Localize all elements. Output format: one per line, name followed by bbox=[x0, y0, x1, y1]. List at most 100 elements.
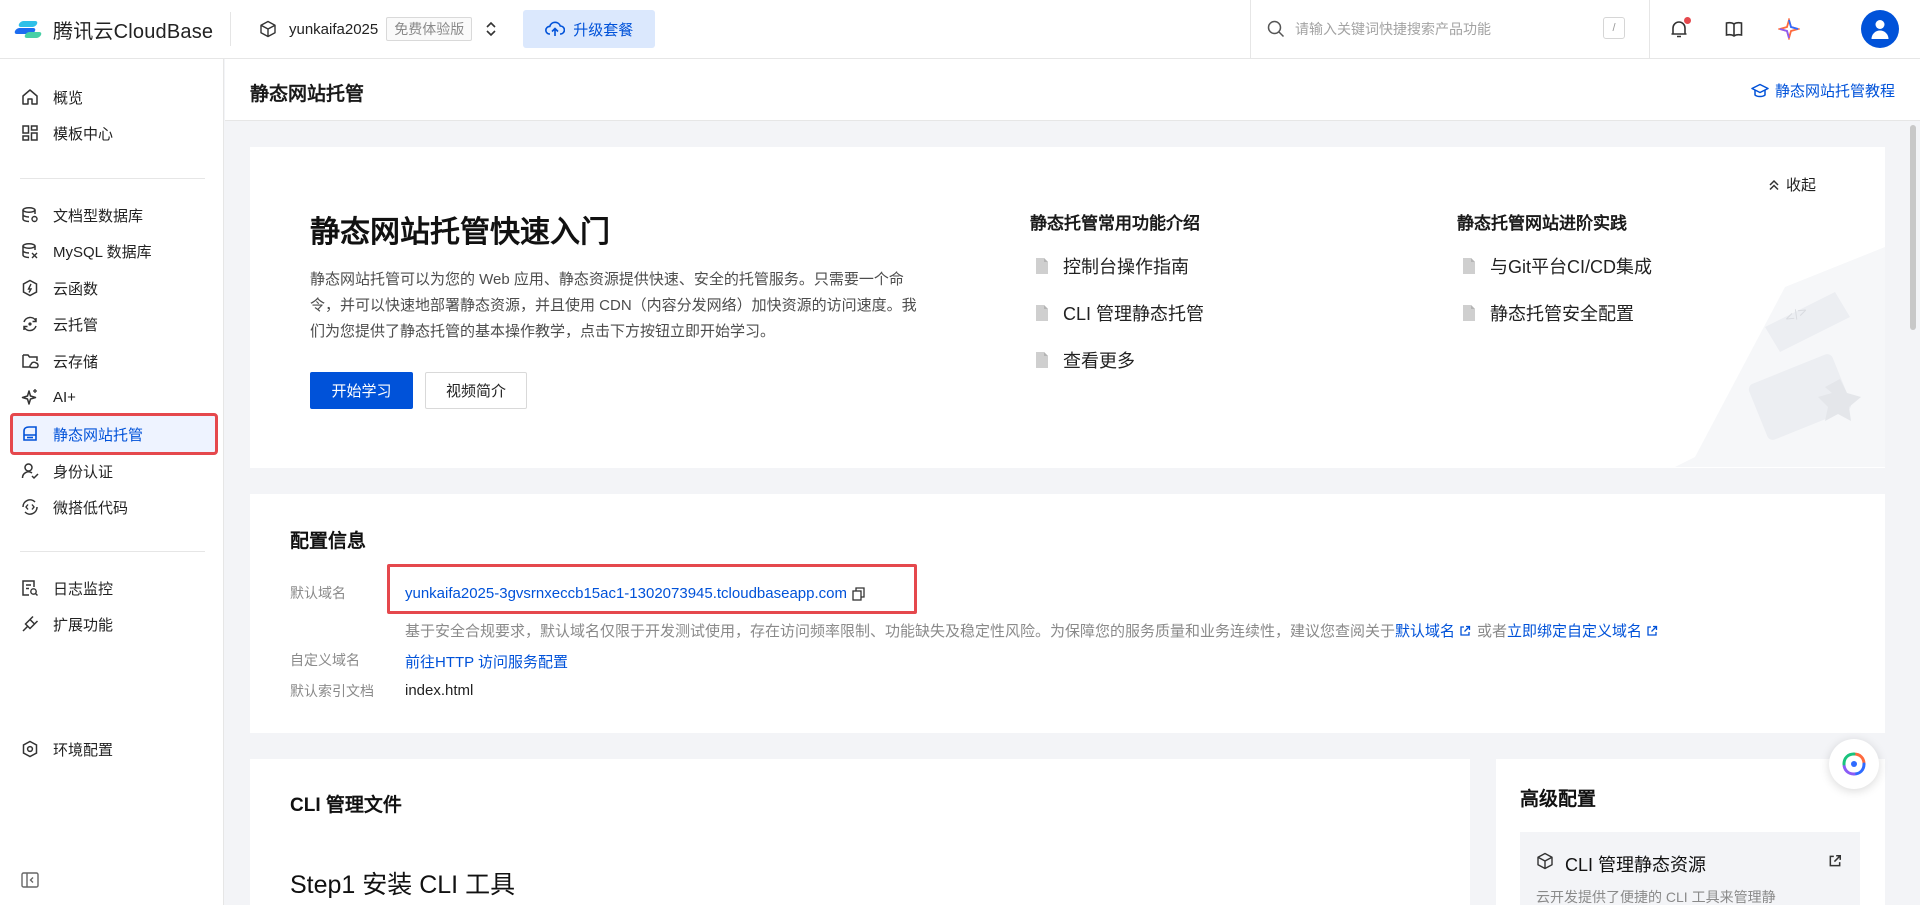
sidebar-item-ai[interactable]: AI+ bbox=[12, 378, 216, 416]
cube-icon bbox=[1537, 852, 1553, 870]
docs-button[interactable] bbox=[1723, 18, 1745, 40]
tutorial-link[interactable]: 静态网站托管教程 bbox=[1751, 80, 1895, 101]
document-icon bbox=[1036, 305, 1048, 321]
advanced-practice-title: 静态托管网站进阶实践 bbox=[1457, 214, 1627, 233]
custom-domain-label: 自定义域名 bbox=[290, 652, 360, 668]
sidebar-item-label: 模板中心 bbox=[53, 125, 114, 143]
quickstart-title: 静态网站托管快速入门 bbox=[310, 216, 610, 249]
doc-link-git-cicd[interactable]: 与Git平台CI/CD集成 bbox=[1462, 253, 1652, 279]
sidebar-item-static-hosting[interactable]: 静态网站托管 bbox=[10, 413, 218, 455]
upgrade-label: 升级套餐 bbox=[573, 21, 634, 39]
quickstart-card: 静态网站托管快速入门 静态网站托管可以为您的 Web 应用、静态资源提供快速、安… bbox=[250, 147, 1885, 468]
step1-title: Step1 安装 CLI 工具 bbox=[290, 871, 516, 899]
adv-item-description: 云开发提供了便捷的 CLI 工具来管理静 bbox=[1536, 889, 1776, 905]
doc-link-console-guide[interactable]: 控制台操作指南 bbox=[1035, 253, 1189, 279]
env-name: yunkaifa2025 bbox=[289, 20, 379, 38]
grid-icon bbox=[22, 125, 38, 141]
sidebar-item-cloud-run[interactable]: 云托管 bbox=[12, 305, 216, 343]
default-domain-doc-link[interactable]: 默认域名 bbox=[1395, 620, 1455, 641]
cloud-upload-icon bbox=[545, 21, 566, 36]
bind-custom-domain-link[interactable]: 立即绑定自定义域名 bbox=[1507, 620, 1642, 641]
search-input[interactable] bbox=[1295, 21, 1605, 37]
database-icon bbox=[22, 207, 38, 223]
sidebar-item-extensions[interactable]: 扩展功能 bbox=[12, 605, 216, 643]
document-icon bbox=[1036, 258, 1048, 274]
sidebar-item-lowcode[interactable]: 微搭低代码 bbox=[12, 488, 216, 526]
sidebar-collapse-icon[interactable] bbox=[21, 872, 39, 888]
top-icon-group bbox=[1668, 0, 1833, 58]
hosting-icon bbox=[23, 426, 37, 441]
sidebar-item-env-settings[interactable]: 环境配置 bbox=[12, 730, 216, 768]
sidebar-item-doc-database[interactable]: 文档型数据库 bbox=[12, 196, 216, 234]
config-title: 配置信息 bbox=[290, 531, 367, 552]
sidebar-item-auth[interactable]: 身份认证 bbox=[12, 452, 216, 490]
doc-link-label: 与Git平台CI/CD集成 bbox=[1490, 257, 1652, 277]
env-selector[interactable]: yunkaifa2025 免费体验版 bbox=[259, 17, 498, 41]
sidebar-item-mysql[interactable]: MySQL 数据库 bbox=[12, 232, 216, 270]
doc-link-label: 静态托管安全配置 bbox=[1490, 304, 1634, 324]
doc-link-label: 查看更多 bbox=[1063, 351, 1135, 371]
sidebar-item-label: 概览 bbox=[53, 89, 84, 107]
external-link-icon[interactable] bbox=[1828, 854, 1842, 868]
env-plan-badge: 免费体验版 bbox=[386, 17, 473, 41]
advanced-config-title: 高级配置 bbox=[1520, 789, 1597, 810]
page-scrollbar[interactable] bbox=[1910, 125, 1916, 330]
sidebar-item-storage[interactable]: 云存储 bbox=[12, 342, 216, 380]
nav-divider bbox=[20, 178, 205, 179]
sidebar-item-label: 静态网站托管 bbox=[53, 426, 144, 444]
lowcode-icon bbox=[22, 499, 38, 515]
page-title: 静态网站托管 bbox=[250, 84, 365, 105]
video-intro-button[interactable]: 视频简介 bbox=[425, 372, 527, 409]
ai-star-icon bbox=[1778, 18, 1800, 40]
default-domain-value: yunkaifa2025-3gvsrnxeccb15ac1-1302073945… bbox=[405, 585, 847, 602]
storage-icon bbox=[22, 354, 39, 369]
cli-static-resources-item[interactable]: CLI 管理静态资源 云开发提供了便捷的 CLI 工具来管理静 bbox=[1520, 832, 1860, 905]
user-avatar[interactable] bbox=[1861, 10, 1899, 48]
notification-button[interactable] bbox=[1668, 17, 1691, 40]
start-learning-button[interactable]: 开始学习 bbox=[310, 372, 413, 409]
sidebar-item-label: 身份认证 bbox=[53, 463, 114, 481]
graduation-cap-icon bbox=[1751, 83, 1769, 97]
sidebar-item-label: 扩展功能 bbox=[53, 616, 114, 634]
note-text-or: 或者 bbox=[1477, 623, 1508, 640]
notification-dot bbox=[1684, 17, 1691, 24]
sidebar-item-templates[interactable]: 模板中心 bbox=[12, 114, 216, 152]
sidebar-item-logs[interactable]: 日志监控 bbox=[12, 569, 216, 607]
quickstart-description: 静态网站托管可以为您的 Web 应用、静态资源提供快速、安全的托管服务。只需要一… bbox=[310, 271, 917, 340]
sidebar-item-label: 云托管 bbox=[53, 316, 99, 334]
upgrade-plan-button[interactable]: 升级套餐 bbox=[523, 10, 656, 48]
floating-ai-assistant-button[interactable] bbox=[1829, 739, 1879, 789]
external-link-icon[interactable] bbox=[1646, 625, 1658, 637]
http-access-config-link[interactable]: 前往HTTP 访问服务配置 bbox=[405, 651, 568, 672]
search-shortcut-hint: / bbox=[1603, 17, 1625, 39]
document-icon bbox=[1463, 305, 1475, 321]
features-title: 静态托管常用功能介绍 bbox=[1030, 214, 1200, 233]
log-icon bbox=[22, 580, 38, 596]
copy-icon[interactable] bbox=[852, 586, 865, 601]
sidebar-item-label: 微搭低代码 bbox=[53, 499, 129, 517]
default-domain-link[interactable]: yunkaifa2025-3gvsrnxeccb15ac1-1302073945… bbox=[405, 585, 865, 602]
doc-link-see-more[interactable]: 查看更多 bbox=[1035, 347, 1135, 373]
ai-assistant-button[interactable] bbox=[1778, 18, 1800, 40]
cli-title: CLI 管理文件 bbox=[290, 795, 402, 816]
user-auth-icon bbox=[21, 463, 39, 480]
user-icon bbox=[1871, 20, 1889, 39]
sidebar-item-label: 文档型数据库 bbox=[53, 207, 144, 225]
quickstart-illustration: </> bbox=[1675, 247, 1885, 467]
search-icon bbox=[1267, 20, 1285, 38]
sidebar-item-label: 日志监控 bbox=[53, 580, 114, 598]
sidebar-item-label: 云存储 bbox=[53, 353, 99, 371]
sidebar-item-functions[interactable]: 云函数 bbox=[12, 269, 216, 307]
sidebar-item-overview[interactable]: 概览 bbox=[12, 78, 216, 116]
ai-assistant-icon bbox=[1842, 752, 1866, 776]
mysql-database-icon bbox=[22, 243, 38, 259]
advanced-config-card: 高级配置 CLI 管理静态资源 云开发提供了便捷的 CLI 工具来管理静 bbox=[1496, 759, 1885, 905]
collapse-button[interactable]: 收起 bbox=[1768, 174, 1816, 195]
tutorial-link-label: 静态网站托管教程 bbox=[1774, 83, 1895, 100]
index-doc-value: index.html bbox=[405, 682, 474, 699]
brand-logo[interactable]: 腾讯云CloudBase bbox=[13, 15, 230, 44]
doc-link-security-config[interactable]: 静态托管安全配置 bbox=[1462, 300, 1634, 326]
external-link-icon[interactable] bbox=[1459, 625, 1471, 637]
chevron-updown-icon[interactable] bbox=[484, 20, 498, 38]
doc-link-cli-hosting[interactable]: CLI 管理静态托管 bbox=[1035, 300, 1204, 326]
